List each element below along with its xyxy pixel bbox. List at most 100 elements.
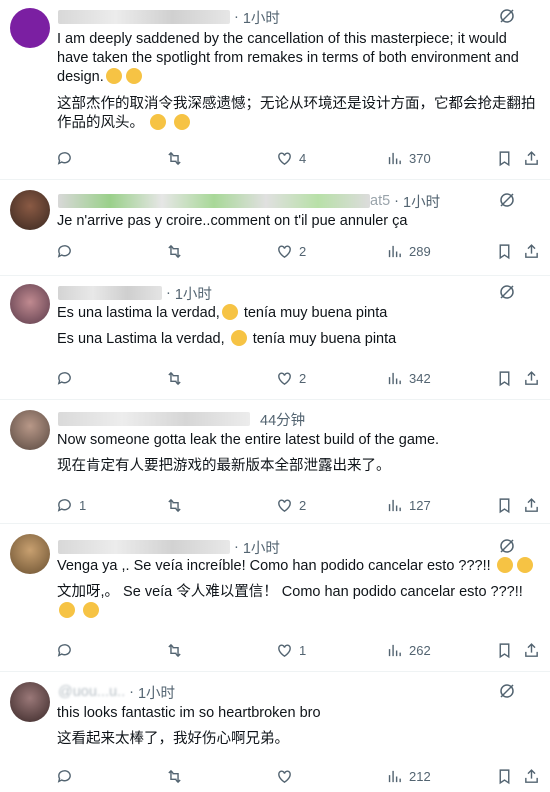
retweet-button[interactable]	[166, 150, 183, 167]
post-paragraph: 现在肯定有人要把游戏的最新版本全部泄露出来了。	[57, 458, 391, 474]
post-time[interactable]: 1小时	[175, 283, 212, 304]
reply-post[interactable]: at5 · 1小时 Je n'arrive pas y croire..comm…	[0, 180, 550, 276]
username-blurred[interactable]	[58, 194, 370, 208]
retweet-button[interactable]	[166, 370, 183, 387]
views-button[interactable]: 212	[386, 768, 431, 785]
post-paragraph: Now someone gotta leak the entire latest…	[57, 432, 440, 448]
bookmark-icon	[499, 642, 510, 658]
post-time[interactable]: 1小时	[243, 7, 280, 28]
views-button[interactable]: 342	[386, 370, 431, 387]
reply-post[interactable]: · 1小时 Es una lastima la verdad, tenía mu…	[0, 276, 550, 400]
bookmark-button[interactable]	[496, 370, 513, 387]
post-time[interactable]: 44分钟	[260, 409, 305, 430]
reply-button[interactable]	[56, 768, 79, 785]
retweet-button[interactable]	[166, 497, 183, 514]
view-count: 370	[409, 150, 431, 166]
reply-button[interactable]	[56, 243, 79, 260]
views-button[interactable]: 127	[386, 497, 431, 514]
share-button[interactable]	[523, 768, 540, 785]
share-icon	[525, 768, 538, 783]
bookmark-button[interactable]	[496, 642, 513, 659]
action-bar: 1 2 127	[56, 495, 550, 515]
reply-post[interactable]: 44分钟 Now someone gotta leak the entire l…	[0, 400, 550, 524]
like-button[interactable]: 4	[276, 150, 306, 167]
bookmark-button[interactable]	[496, 768, 513, 785]
username-blurred[interactable]	[58, 10, 230, 24]
action-bar: 2 289	[56, 241, 550, 261]
like-icon	[278, 244, 291, 258]
sob-emoji	[83, 602, 100, 618]
username-suffix[interactable]: at5	[370, 193, 390, 209]
like-count: 2	[299, 497, 307, 513]
avatar[interactable]	[10, 8, 50, 48]
post-time[interactable]: 1小时	[243, 537, 280, 558]
retweet-icon	[168, 244, 181, 258]
reply-post[interactable]: · 1小时 Venga ya ,. Se veía increíble! Com…	[0, 524, 550, 672]
retweet-button[interactable]	[166, 243, 183, 260]
like-button[interactable]: 2	[276, 497, 306, 514]
like-button[interactable]	[276, 768, 299, 785]
bookmark-button[interactable]	[496, 243, 513, 260]
post-text: I am deeply saddened by the cancellation…	[57, 30, 538, 133]
views-icon	[388, 770, 401, 782]
like-button[interactable]: 1	[276, 642, 306, 659]
reply-button[interactable]	[56, 370, 79, 387]
share-button[interactable]	[523, 497, 540, 514]
share-button[interactable]	[523, 150, 540, 167]
avatar[interactable]	[10, 284, 50, 324]
share-icon	[525, 497, 538, 512]
grok-icon[interactable]	[498, 191, 516, 209]
post-paragraph-tail: tenía muy buena pinta	[252, 331, 397, 347]
bookmark-button[interactable]	[496, 150, 513, 167]
grok-icon[interactable]	[498, 283, 516, 301]
username-handle-blurred[interactable]: @uou...u..	[58, 684, 125, 700]
retweet-icon	[168, 371, 181, 385]
post-header: @uou...u.. · 1小时	[58, 682, 538, 702]
views-button[interactable]: 370	[386, 150, 431, 167]
share-button[interactable]	[523, 370, 540, 387]
reply-button[interactable]	[56, 150, 79, 167]
bookmark-icon	[499, 243, 510, 259]
view-count: 127	[409, 497, 431, 513]
post-header: · 1小时	[58, 7, 538, 27]
bookmark-icon	[499, 768, 510, 784]
post-time[interactable]: 1小时	[138, 682, 175, 703]
share-button[interactable]	[523, 642, 540, 659]
retweet-icon	[168, 769, 181, 783]
separator-dot: ·	[234, 539, 239, 555]
share-icon	[525, 370, 538, 385]
reply-post[interactable]: @uou...u.. · 1小时 this looks fantastic im…	[0, 672, 550, 792]
avatar[interactable]	[10, 410, 50, 450]
avatar[interactable]	[10, 682, 50, 722]
username-blurred[interactable]	[58, 412, 250, 426]
retweet-icon	[168, 151, 181, 165]
like-icon	[278, 769, 291, 783]
post-header: at5 · 1小时	[58, 191, 538, 211]
reply-button[interactable]: 1	[56, 497, 86, 514]
share-button[interactable]	[523, 243, 540, 260]
retweet-button[interactable]	[166, 768, 183, 785]
like-icon	[278, 498, 291, 512]
bookmark-icon	[499, 370, 510, 386]
username-blurred[interactable]	[58, 286, 162, 300]
reply-button[interactable]	[56, 642, 79, 659]
post-paragraph: Es una Lastima la verdad,	[57, 331, 225, 347]
views-button[interactable]: 262	[386, 642, 431, 659]
views-button[interactable]: 289	[386, 243, 431, 260]
grok-icon[interactable]	[498, 537, 516, 555]
like-count: 2	[299, 243, 307, 259]
retweet-icon	[168, 643, 181, 657]
username-blurred[interactable]	[58, 540, 230, 554]
grok-icon[interactable]	[498, 682, 516, 700]
like-button[interactable]: 2	[276, 243, 306, 260]
grok-icon[interactable]	[498, 7, 516, 25]
reply-post[interactable]: · 1小时 I am deeply saddened by the cancel…	[0, 0, 550, 180]
post-time[interactable]: 1小时	[403, 191, 440, 212]
views-icon	[388, 644, 401, 656]
like-button[interactable]: 2	[276, 370, 306, 387]
bookmark-icon	[499, 150, 510, 166]
retweet-button[interactable]	[166, 642, 183, 659]
bookmark-button[interactable]	[496, 497, 513, 514]
avatar[interactable]	[10, 190, 50, 230]
avatar[interactable]	[10, 534, 50, 574]
